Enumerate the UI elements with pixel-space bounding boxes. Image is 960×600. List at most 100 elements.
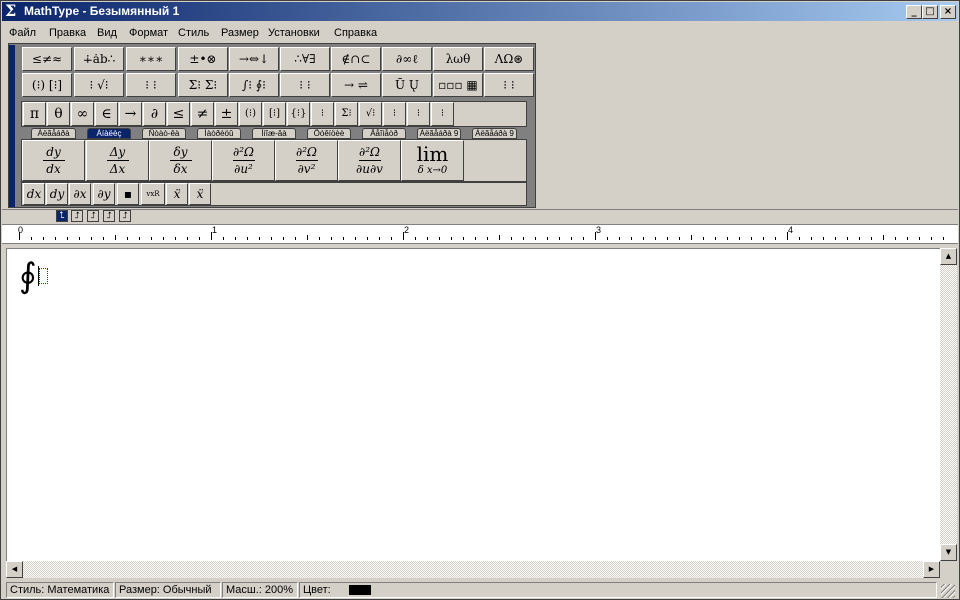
greek-upper-palette-button[interactable]: ΛΩ⊛	[484, 47, 534, 71]
template-braces-button[interactable]: {⁝}	[287, 102, 310, 126]
fraction-bar	[169, 160, 192, 161]
align-center-tab-icon[interactable]: ⮥	[71, 210, 83, 222]
symbol-infinity-button[interactable]: ∞	[71, 102, 94, 126]
template-sum-button[interactable]: Σ⁝	[335, 102, 358, 126]
symbol-arrow-button[interactable]: →	[119, 102, 142, 126]
arrows-palette-button[interactable]: →⇔↓	[229, 47, 279, 71]
tab-algebra-9a[interactable]: Àëãåáðà 9	[417, 128, 461, 139]
dy-button[interactable]: dy	[46, 183, 68, 205]
ruler[interactable]: 0 1 2 3 4	[2, 224, 958, 244]
scroll-right-icon[interactable]: ▶	[923, 561, 940, 578]
symbol-theta-button[interactable]: θ	[47, 102, 70, 126]
logic-palette-button[interactable]: ∴∀∃	[280, 47, 330, 71]
tab-algebra-9b[interactable]: Àëãåáðà 9	[472, 128, 517, 139]
operators-palette-button[interactable]: ±•⊗	[178, 47, 228, 71]
limit-template-button[interactable]: lim δ x→0	[401, 140, 464, 181]
symbol-plusminus-button[interactable]: ±	[215, 102, 238, 126]
tab-sets[interactable]: Ìíîæ-âà	[252, 128, 296, 139]
symbol-pi-button[interactable]: π	[23, 102, 46, 126]
template-numerator: ∂²Ω	[296, 145, 317, 159]
status-color-label[interactable]: Цвет:	[299, 582, 937, 598]
title-bar[interactable]: Σ MathType - Безымянный 1 _ □ ×	[2, 2, 958, 21]
scroll-left-icon[interactable]: ◀	[6, 561, 23, 578]
partial-y-button[interactable]: ∂y	[93, 183, 115, 205]
symbol-element-button[interactable]: ∈	[95, 102, 118, 126]
menu-view[interactable]: Вид	[97, 26, 117, 40]
spaces-ellipses-palette-button[interactable]: ∔ȧb∴	[74, 47, 124, 71]
greek-lower-palette-button[interactable]: λωθ	[433, 47, 483, 71]
template-subscript-button[interactable]: ⁝	[407, 102, 430, 126]
menu-style[interactable]: Стиль	[178, 26, 209, 40]
matrices-palette-button[interactable]: ▫▫▫ ▦	[433, 73, 483, 97]
toolbar-grip[interactable]	[9, 45, 15, 207]
second-partial-u-template-button[interactable]: ∂²Ω ∂u²	[212, 140, 275, 181]
template-subsup-button[interactable]: ⁝	[431, 102, 454, 126]
status-size[interactable]: Размер: Обычный	[115, 582, 221, 598]
maximize-button[interactable]: □	[922, 5, 938, 19]
symbol-partial-button[interactable]: ∂	[143, 102, 166, 126]
second-derivative-dot-button[interactable]: ẍ	[166, 183, 188, 205]
misc-symbols-palette-button[interactable]: ∂∞ℓ	[382, 47, 432, 71]
boxes-palette-button[interactable]: ⁝ ⁝	[484, 73, 534, 97]
template-brackets-button[interactable]: [⁝]	[263, 102, 286, 126]
resize-grip-icon[interactable]	[941, 584, 955, 598]
products-palette-button[interactable]: Ū Ų	[382, 73, 432, 97]
template-superscript-button[interactable]: ⁝	[383, 102, 406, 126]
derivative-template-button[interactable]: dy dx	[22, 140, 85, 181]
template-parens-button[interactable]: (⁝)	[239, 102, 262, 126]
menu-file[interactable]: Файл	[9, 26, 36, 40]
fractions-radicals-palette-button[interactable]: ⁝ √⁝	[74, 73, 124, 97]
color-swatch[interactable]	[349, 585, 371, 595]
align-right-tab-icon[interactable]: ⮥	[87, 210, 99, 222]
symbol-leq-button[interactable]: ≤	[167, 102, 190, 126]
tab-matrices[interactable]: Ìàòðèöû	[197, 128, 241, 139]
horizontal-scrollbar[interactable]: ◀ ▶	[6, 561, 940, 578]
labeled-arrows-palette-button[interactable]: → ⇌	[331, 73, 381, 97]
equation-editor-area[interactable]: ∮	[6, 248, 940, 561]
ruler-tick	[163, 237, 164, 240]
mixed-partial-template-button[interactable]: ∂²Ω ∂u∂v	[338, 140, 401, 181]
mathtype-app-icon[interactable]: Σ	[5, 3, 22, 20]
scripts-palette-button[interactable]: ⁝ ⁝	[126, 73, 176, 97]
minimize-button[interactable]: _	[906, 5, 922, 19]
template-sqrt-button[interactable]: √⁝	[359, 102, 382, 126]
template-fraction-button[interactable]: ⁝	[311, 102, 334, 126]
set-theory-palette-button[interactable]: ∉∩⊂	[331, 47, 381, 71]
symbol-neq-button[interactable]: ≠	[191, 102, 214, 126]
relations-palette-button[interactable]: ≤≠≈	[22, 47, 72, 71]
align-relational-tab-icon[interactable]: ⮥	[103, 210, 115, 222]
scroll-up-icon[interactable]: ▲	[940, 248, 957, 265]
close-button[interactable]: ×	[940, 5, 956, 19]
delta-ratio-template-button[interactable]: Δy Δx	[86, 140, 149, 181]
variation-template-button[interactable]: δy δx	[149, 140, 212, 181]
menu-settings[interactable]: Установки	[268, 26, 320, 40]
align-decimal-tab-icon[interactable]: ⮥	[119, 210, 131, 222]
tab-geometry[interactable]: Äåîìåòð	[362, 128, 406, 139]
fraction-bar	[358, 160, 381, 161]
dx-button[interactable]: dx	[23, 183, 45, 205]
menu-help[interactable]: Справка	[334, 26, 377, 40]
second-derivative-dot-button-2[interactable]: ẍ	[189, 183, 211, 205]
status-style[interactable]: Стиль: Математика	[6, 582, 114, 598]
tab-functions[interactable]: Ôóêíöèè	[307, 128, 351, 139]
menu-format[interactable]: Формат	[129, 26, 168, 40]
align-left-tab-icon[interactable]: ⮤	[56, 210, 68, 222]
tab-analysis[interactable]: Àíàëèç	[87, 128, 131, 139]
menu-size[interactable]: Размер	[221, 26, 259, 40]
vector-r-button[interactable]: vxR	[141, 183, 165, 205]
partial-x-button[interactable]: ∂x	[69, 183, 91, 205]
second-partial-v-template-button[interactable]: ∂²Ω ∂v²	[275, 140, 338, 181]
status-zoom[interactable]: Масш.: 200%	[222, 582, 298, 598]
integrals-palette-button[interactable]: ∫⁝ ∮⁝	[229, 73, 279, 97]
tab-statistics[interactable]: Ñòàò-êà	[142, 128, 186, 139]
empty-placeholder-slot[interactable]	[39, 268, 48, 284]
vertical-scrollbar[interactable]: ▲ ▼	[940, 248, 957, 561]
scroll-down-icon[interactable]: ▼	[940, 544, 957, 561]
bars-arrows-palette-button[interactable]: ⁝ ⁝	[280, 73, 330, 97]
tab-algebra[interactable]: Àëãåáðà	[31, 128, 76, 139]
menu-edit[interactable]: Правка	[49, 26, 86, 40]
box-icon[interactable]: ▪	[117, 183, 139, 205]
summations-palette-button[interactable]: Σ⁝ Σ⁝	[178, 73, 228, 97]
embellishments-palette-button[interactable]: ∗∗∗	[126, 47, 176, 71]
fences-palette-button[interactable]: (⁝) [⁝]	[22, 73, 72, 97]
